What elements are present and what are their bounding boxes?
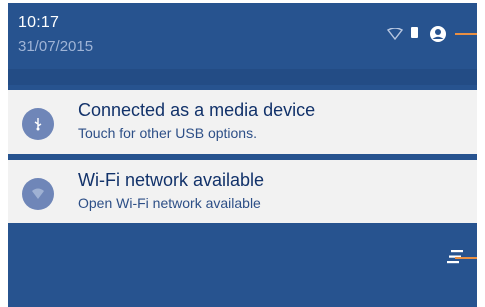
- wifi-icon: [386, 27, 404, 41]
- wifi-icon: [22, 178, 54, 210]
- header-divider: [8, 69, 477, 85]
- notification-subtitle: Open Wi-Fi network available: [78, 195, 261, 211]
- account-icon[interactable]: [429, 25, 449, 43]
- clock-time: 10:17: [18, 14, 60, 31]
- notification-subtitle: Touch for other USB options.: [78, 125, 257, 141]
- battery-icon: [411, 27, 418, 38]
- status-icons: [386, 25, 477, 43]
- notification-usb[interactable]: Connected as a media device Touch for ot…: [8, 90, 477, 154]
- notification-wifi[interactable]: Wi-Fi network available Open Wi-Fi netwo…: [8, 160, 477, 223]
- notification-shade: 10:17 31/07/2015 Connected as a media de…: [8, 3, 477, 307]
- notification-title: Connected as a media device: [78, 100, 316, 120]
- usb-icon: [22, 108, 54, 140]
- clear-all-icon[interactable]: [447, 247, 477, 267]
- date-label: 31/07/2015: [18, 38, 94, 55]
- callout-line: [455, 33, 477, 35]
- notification-title: Wi-Fi network available: [78, 170, 265, 190]
